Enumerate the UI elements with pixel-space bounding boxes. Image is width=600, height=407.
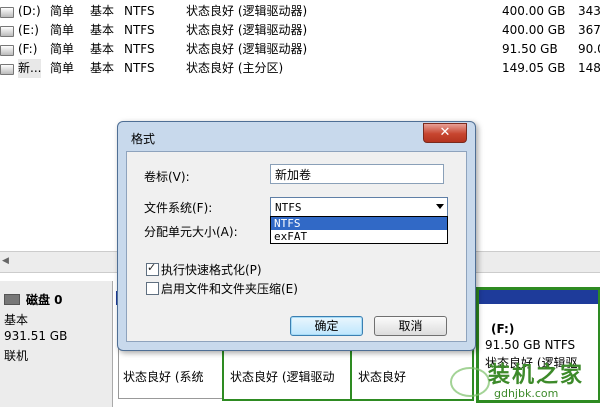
disk-size: 931.51 GB — [4, 329, 68, 343]
partition-detail: 91.50 GB NTFS — [485, 338, 576, 352]
cancel-button[interactable]: 取消 — [374, 316, 447, 336]
volume-type: 基本 — [90, 42, 115, 56]
quick-format-label[interactable]: 执行快速格式化(P) — [161, 261, 262, 278]
dialog-title: 格式 — [131, 132, 156, 146]
compression-checkbox[interactable] — [146, 282, 159, 295]
partition-letter: (F:) — [491, 322, 515, 336]
volume-capacity: 149.05 GB — [502, 61, 566, 75]
volume-type: 基本 — [90, 61, 115, 75]
close-button[interactable]: ✕ — [423, 123, 467, 143]
volume-layout: 简单 — [50, 42, 75, 56]
disk-label-panel: 磁盘 0 基本 931.51 GB 联机 — [0, 281, 113, 407]
volume-layout: 简单 — [50, 23, 75, 37]
logo-swirl-icon — [450, 367, 490, 397]
partition-status: 状态良好 — [358, 370, 407, 384]
dropdown-arrow-icon[interactable] — [436, 204, 444, 209]
ok-button[interactable]: 确定 — [290, 316, 363, 336]
partition-status: 状态良好 (逻辑驱动 — [230, 370, 335, 384]
allocation-unit-caption: 分配单元大小(A): — [144, 225, 238, 239]
partition-bar — [479, 290, 598, 304]
volume-name: (F:) — [18, 42, 38, 56]
volume-filesystem: NTFS — [124, 23, 155, 37]
disk-name: 磁盘 0 — [26, 293, 63, 307]
dialog-body: 卷标(V): 新加卷 文件系统(F): NTFS NTFS exFAT 分配单元… — [126, 151, 467, 342]
volume-row[interactable]: (F:) 简单 基本 NTFS 状态良好 (逻辑驱动器) 91.50 GB 90… — [0, 40, 600, 59]
volume-free: 343 — [578, 4, 600, 18]
volume-filesystem: NTFS — [124, 4, 155, 18]
disk-icon — [4, 294, 20, 305]
filesystem-select[interactable]: NTFS — [270, 197, 448, 217]
volume-free: 90.0 — [578, 42, 600, 56]
volume-label-value: 新加卷 — [275, 168, 312, 182]
volume-name: (E:) — [18, 23, 39, 37]
filesystem-selected-value: NTFS — [275, 201, 302, 214]
format-dialog: 格式 ✕ 卷标(V): 新加卷 文件系统(F): NTFS NTFS exFAT… — [117, 121, 476, 351]
checkmark-icon: ✓ — [147, 261, 157, 274]
volume-filesystem: NTFS — [124, 61, 155, 75]
volume-layout: 简单 — [50, 4, 75, 18]
volume-status: 状态良好 (主分区) — [186, 61, 284, 75]
volume-status: 状态良好 (逻辑驱动器) — [186, 4, 308, 18]
drive-icon — [0, 45, 14, 56]
volume-row[interactable]: 新... 简单 基本 NTFS 状态良好 (主分区) 149.05 GB 148 — [0, 59, 600, 78]
volume-status: 状态良好 (逻辑驱动器) — [186, 23, 308, 37]
filesystem-option-exfat[interactable]: exFAT — [271, 230, 447, 243]
compression-label[interactable]: 启用文件和文件夹压缩(E) — [161, 280, 298, 297]
volume-filesystem: NTFS — [124, 42, 155, 56]
volume-type: 基本 — [90, 4, 115, 18]
volume-name: (D:) — [18, 4, 41, 18]
volume-capacity: 400.00 GB — [502, 23, 566, 37]
volume-capacity: 400.00 GB — [502, 4, 566, 18]
volume-list: (D:) 简单 基本 NTFS 状态良好 (逻辑驱动器) 400.00 GB 3… — [0, 0, 600, 86]
volume-row[interactable]: (D:) 简单 基本 NTFS 状态良好 (逻辑驱动器) 400.00 GB 3… — [0, 2, 600, 21]
drive-icon — [0, 64, 14, 75]
volume-status: 状态良好 (逻辑驱动器) — [186, 42, 308, 56]
volume-free: 148 — [578, 61, 600, 75]
filesystem-caption: 文件系统(F): — [144, 201, 213, 215]
disk-state: 联机 — [4, 349, 29, 363]
quick-format-checkbox[interactable]: ✓ — [146, 261, 159, 276]
volume-label-input[interactable]: 新加卷 — [270, 164, 444, 184]
volume-layout: 简单 — [50, 61, 75, 75]
volume-type: 基本 — [90, 23, 115, 37]
partition-status: 状态良好 (系统 — [123, 370, 204, 384]
watermark-url: gdhjbk.com — [494, 387, 559, 400]
scroll-left-arrow-icon[interactable]: ◀ — [2, 256, 9, 266]
watermark-text: 装机之家 — [488, 363, 585, 388]
volume-label-caption: 卷标(V): — [144, 170, 190, 184]
watermark-logo: 装机之家 gdhjbk.com — [450, 351, 600, 407]
volume-row[interactable]: (E:) 简单 基本 NTFS 状态良好 (逻辑驱动器) 400.00 GB 3… — [0, 21, 600, 40]
drive-icon — [0, 26, 14, 37]
disk-type: 基本 — [4, 313, 29, 327]
volume-capacity: 91.50 GB — [502, 42, 558, 56]
volume-free: 367 — [578, 23, 600, 37]
volume-name: 新... — [18, 59, 42, 78]
drive-icon — [0, 7, 14, 18]
filesystem-dropdown-list: NTFS exFAT — [270, 216, 448, 244]
close-icon: ✕ — [439, 125, 451, 140]
filesystem-option-ntfs[interactable]: NTFS — [271, 217, 447, 230]
